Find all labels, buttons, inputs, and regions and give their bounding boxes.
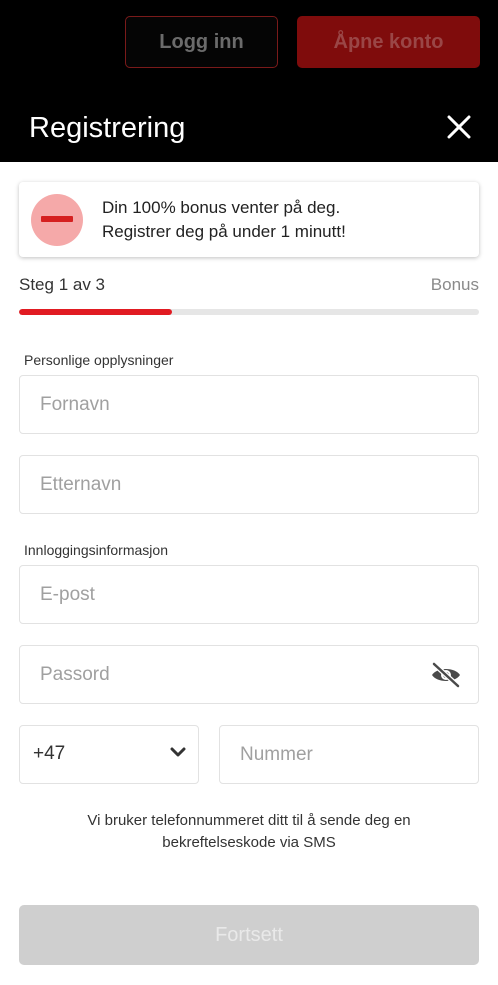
phone-number-field[interactable] xyxy=(219,725,479,784)
phone-number-input[interactable] xyxy=(220,726,478,783)
bonus-banner: Din 100% bonus venter på deg. Registrer … xyxy=(19,182,479,257)
open-account-button[interactable]: Åpne konto xyxy=(297,16,480,68)
login-info-label: Innloggingsinformasjon xyxy=(24,542,168,558)
last-name-input[interactable] xyxy=(20,456,478,513)
sms-note-line-2: bekreftelseskode via SMS xyxy=(162,834,336,851)
country-code-value: +47 xyxy=(33,743,66,764)
last-name-field[interactable] xyxy=(19,455,479,514)
modal-header: Registrering xyxy=(0,100,498,162)
progress-bar xyxy=(19,309,479,315)
step-bonus-label: Bonus xyxy=(430,275,479,294)
country-code-select[interactable]: +47 xyxy=(19,725,199,784)
email-field[interactable] xyxy=(19,565,479,624)
close-icon[interactable] xyxy=(446,114,472,140)
progress-fill xyxy=(19,309,173,315)
page-title: Registrering xyxy=(29,112,186,144)
bonus-text: Din 100% bonus venter på deg. Registrer … xyxy=(102,196,346,244)
login-button[interactable]: Logg inn xyxy=(125,16,278,68)
top-bar: Logg inn Åpne konto xyxy=(0,0,498,100)
password-input[interactable] xyxy=(20,646,478,703)
continue-button[interactable]: Fortsett xyxy=(19,905,479,965)
password-field[interactable] xyxy=(19,645,479,704)
sms-note: Vi bruker telefonnummeret ditt til å sen… xyxy=(0,810,498,854)
email-input[interactable] xyxy=(20,566,478,623)
bonus-line-1: Din 100% bonus venter på deg. xyxy=(102,198,341,217)
first-name-input[interactable] xyxy=(20,376,478,433)
bonus-line-2: Registrer deg på under 1 minutt! xyxy=(102,222,346,241)
sms-note-line-1: Vi bruker telefonnummeret ditt til å sen… xyxy=(87,812,411,829)
bonus-icon xyxy=(31,194,83,246)
eye-slash-icon[interactable] xyxy=(430,662,462,688)
bonus-icon-bar xyxy=(41,216,73,222)
step-indicator: Steg 1 av 3 xyxy=(19,275,106,294)
personal-info-label: Personlige opplysninger xyxy=(24,352,174,368)
chevron-down-icon xyxy=(170,747,186,757)
first-name-field[interactable] xyxy=(19,375,479,434)
